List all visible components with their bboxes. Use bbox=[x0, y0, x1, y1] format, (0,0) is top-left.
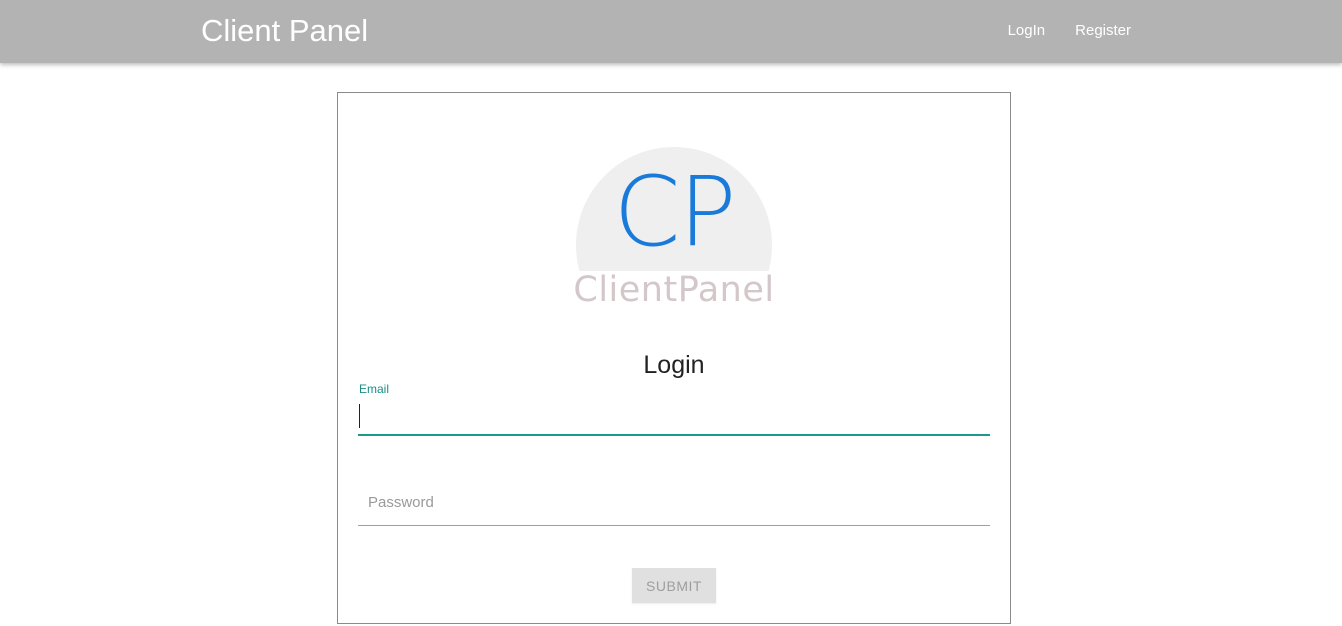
password-field-group bbox=[358, 479, 990, 527]
login-title: Login bbox=[643, 351, 705, 379]
brand-title[interactable]: Client Panel bbox=[201, 12, 368, 50]
text-caret bbox=[359, 404, 360, 428]
nav-register-link[interactable]: Register bbox=[1075, 20, 1131, 42]
client-panel-logo: CP ClientPanel bbox=[573, 147, 774, 310]
submit-button[interactable]: SUBMIT bbox=[632, 568, 716, 603]
nav-login-link[interactable]: LogIn bbox=[1008, 20, 1046, 42]
email-input[interactable] bbox=[358, 400, 990, 436]
login-card: CP ClientPanel Login Email SUBMIT bbox=[337, 92, 1011, 624]
password-input[interactable] bbox=[358, 479, 990, 526]
top-navbar: Client Panel LogIn Register bbox=[0, 0, 1342, 63]
nav-links: LogIn Register bbox=[1008, 20, 1131, 42]
logo-wordmark: ClientPanel bbox=[573, 270, 775, 310]
email-label: Email bbox=[359, 382, 390, 396]
email-field-group: Email bbox=[358, 382, 990, 440]
logo-monogram: CP bbox=[613, 156, 737, 268]
